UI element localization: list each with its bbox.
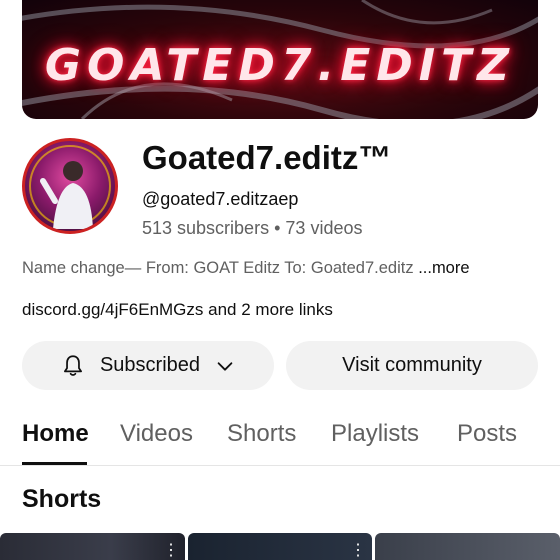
active-tab-indicator — [22, 462, 87, 465]
tab-playlists[interactable]: Playlists — [331, 420, 419, 448]
avatar-figure — [29, 145, 111, 229]
chevron-down-icon — [214, 355, 236, 377]
tab-videos[interactable]: Videos — [120, 420, 193, 448]
channel-links[interactable]: discord.gg/4jF6EnMGzs and 2 more links — [22, 300, 333, 320]
video-count: 73 videos — [285, 218, 363, 238]
visit-community-label: Visit community — [342, 354, 482, 376]
subscriber-count: 513 subscribers — [142, 218, 270, 238]
subscribed-button[interactable]: Subscribed — [22, 341, 274, 390]
channel-avatar[interactable] — [22, 138, 118, 234]
tab-home[interactable]: Home — [22, 420, 89, 448]
shorts-section-title: Shorts — [22, 485, 102, 513]
shorts-thumbnail[interactable] — [375, 533, 560, 560]
more-links-link[interactable]: and 2 more links — [208, 300, 333, 319]
stats-separator: • — [274, 218, 281, 238]
channel-handle: @goated7.editzaep — [142, 189, 299, 209]
discord-link[interactable]: discord.gg/4jF6EnMGzs — [22, 300, 203, 319]
banner-title: GOATED7.EDITZ — [44, 40, 516, 91]
more-vert-icon[interactable]: ⋮ — [163, 543, 179, 559]
visit-community-button[interactable]: Visit community — [286, 341, 538, 390]
shorts-thumbnail[interactable]: ⋮ — [188, 533, 372, 560]
bell-icon — [60, 353, 86, 379]
description-text: Name change— From: GOAT Editz To: Goated… — [22, 259, 419, 277]
channel-stats: 513 subscribers • 73 videos — [142, 218, 362, 239]
shorts-thumbnail[interactable]: ⋮ — [0, 533, 185, 560]
tab-posts[interactable]: Posts — [457, 420, 517, 448]
tab-shorts[interactable]: Shorts — [227, 420, 296, 448]
description-more-link[interactable]: ...more — [418, 259, 469, 277]
channel-name: Goated7.editz™ — [142, 139, 392, 176]
channel-banner: GOATED7.EDITZ — [22, 0, 538, 119]
channel-description[interactable]: Name change— From: GOAT Editz To: Goated… — [22, 259, 470, 278]
more-vert-icon[interactable]: ⋮ — [350, 543, 366, 559]
subscribed-label: Subscribed — [99, 354, 201, 376]
channel-tabs: Home Videos Shorts Playlists Posts — [0, 410, 560, 466]
